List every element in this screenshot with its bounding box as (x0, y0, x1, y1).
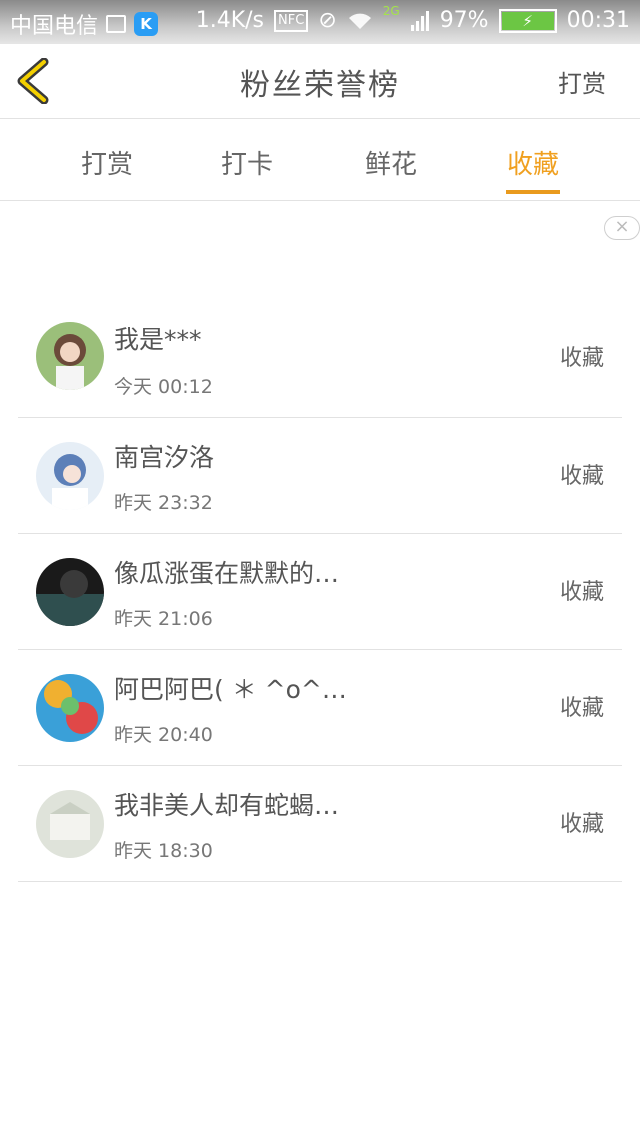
clock: 00:31 (566, 8, 630, 33)
list-item[interactable]: 我是*** 今天 00:12 收藏 (18, 300, 622, 418)
avatar[interactable] (36, 558, 104, 626)
list-item[interactable]: 我非美人却有蛇蝎… 昨天 18:30 收藏 (18, 766, 622, 882)
status-bar: 中国电信 K 1.4K/s NFC ⊘ 2G 97% ⚡ 00:31 (0, 0, 640, 44)
timestamp: 昨天 23:32 (114, 492, 213, 514)
avatar[interactable] (36, 674, 104, 742)
signal-icon (410, 10, 429, 31)
user-name: 南宫汐洛 (114, 443, 215, 472)
avatar[interactable] (36, 442, 104, 510)
list-item[interactable]: 南宫汐洛 昨天 23:32 收藏 (18, 418, 622, 534)
tab-checkin[interactable]: 打卡 (192, 144, 302, 181)
favorite-label: 收藏 (559, 464, 604, 489)
tab-reward[interactable]: 打赏 (52, 144, 162, 181)
avatar[interactable] (36, 322, 104, 390)
favorite-label: 收藏 (559, 580, 604, 605)
charging-icon: ⚡ (522, 11, 533, 30)
network-speed: 1.4K/s (195, 8, 265, 33)
app-k-icon: K (134, 12, 159, 36)
timestamp: 昨天 20:40 (114, 724, 213, 746)
list-item[interactable]: 阿巴阿巴( ＊ ^o^… 昨天 20:40 收藏 (18, 650, 622, 766)
tab-bar: 打赏 打卡 鲜花 收藏 (0, 118, 640, 201)
tab-favorites[interactable]: 收藏 (478, 144, 588, 181)
timestamp: 今天 00:12 (114, 376, 213, 398)
favorite-label: 收藏 (559, 812, 604, 837)
user-name: 我非美人却有蛇蝎… (114, 791, 340, 820)
close-icon[interactable]: × (604, 216, 640, 240)
wifi-icon (348, 13, 371, 29)
nfc-icon: NFC (274, 9, 309, 32)
battery-percent: 97% (439, 8, 489, 33)
favorite-label: 收藏 (559, 696, 604, 721)
favorites-list: 我是*** 今天 00:12 收藏 南宫汐洛 昨天 23:32 收藏 像瓜涨蛋在… (18, 300, 622, 882)
reward-button[interactable]: 打赏 (558, 64, 606, 99)
favorite-label: 收藏 (559, 346, 604, 371)
network-type-label: 2G (382, 3, 400, 18)
tab-flowers[interactable]: 鲜花 (336, 144, 446, 181)
user-name: 阿巴阿巴( ＊ ^o^… (114, 675, 347, 704)
header: 粉丝荣誉榜 打赏 (0, 44, 640, 119)
user-name: 像瓜涨蛋在默默的… (114, 559, 340, 588)
user-name: 我是*** (114, 325, 202, 354)
timestamp: 昨天 21:06 (114, 608, 213, 630)
timestamp: 昨天 18:30 (114, 840, 213, 862)
carrier-label: 中国电信 (10, 14, 99, 39)
image-notification-icon (106, 15, 127, 33)
mute-icon: ⊘ (318, 8, 337, 33)
active-tab-indicator (506, 190, 560, 194)
page-title: 粉丝荣誉榜 (240, 68, 400, 103)
battery-icon: ⚡ (498, 8, 557, 33)
list-item[interactable]: 像瓜涨蛋在默默的… 昨天 21:06 收藏 (18, 534, 622, 650)
avatar[interactable] (36, 790, 104, 858)
